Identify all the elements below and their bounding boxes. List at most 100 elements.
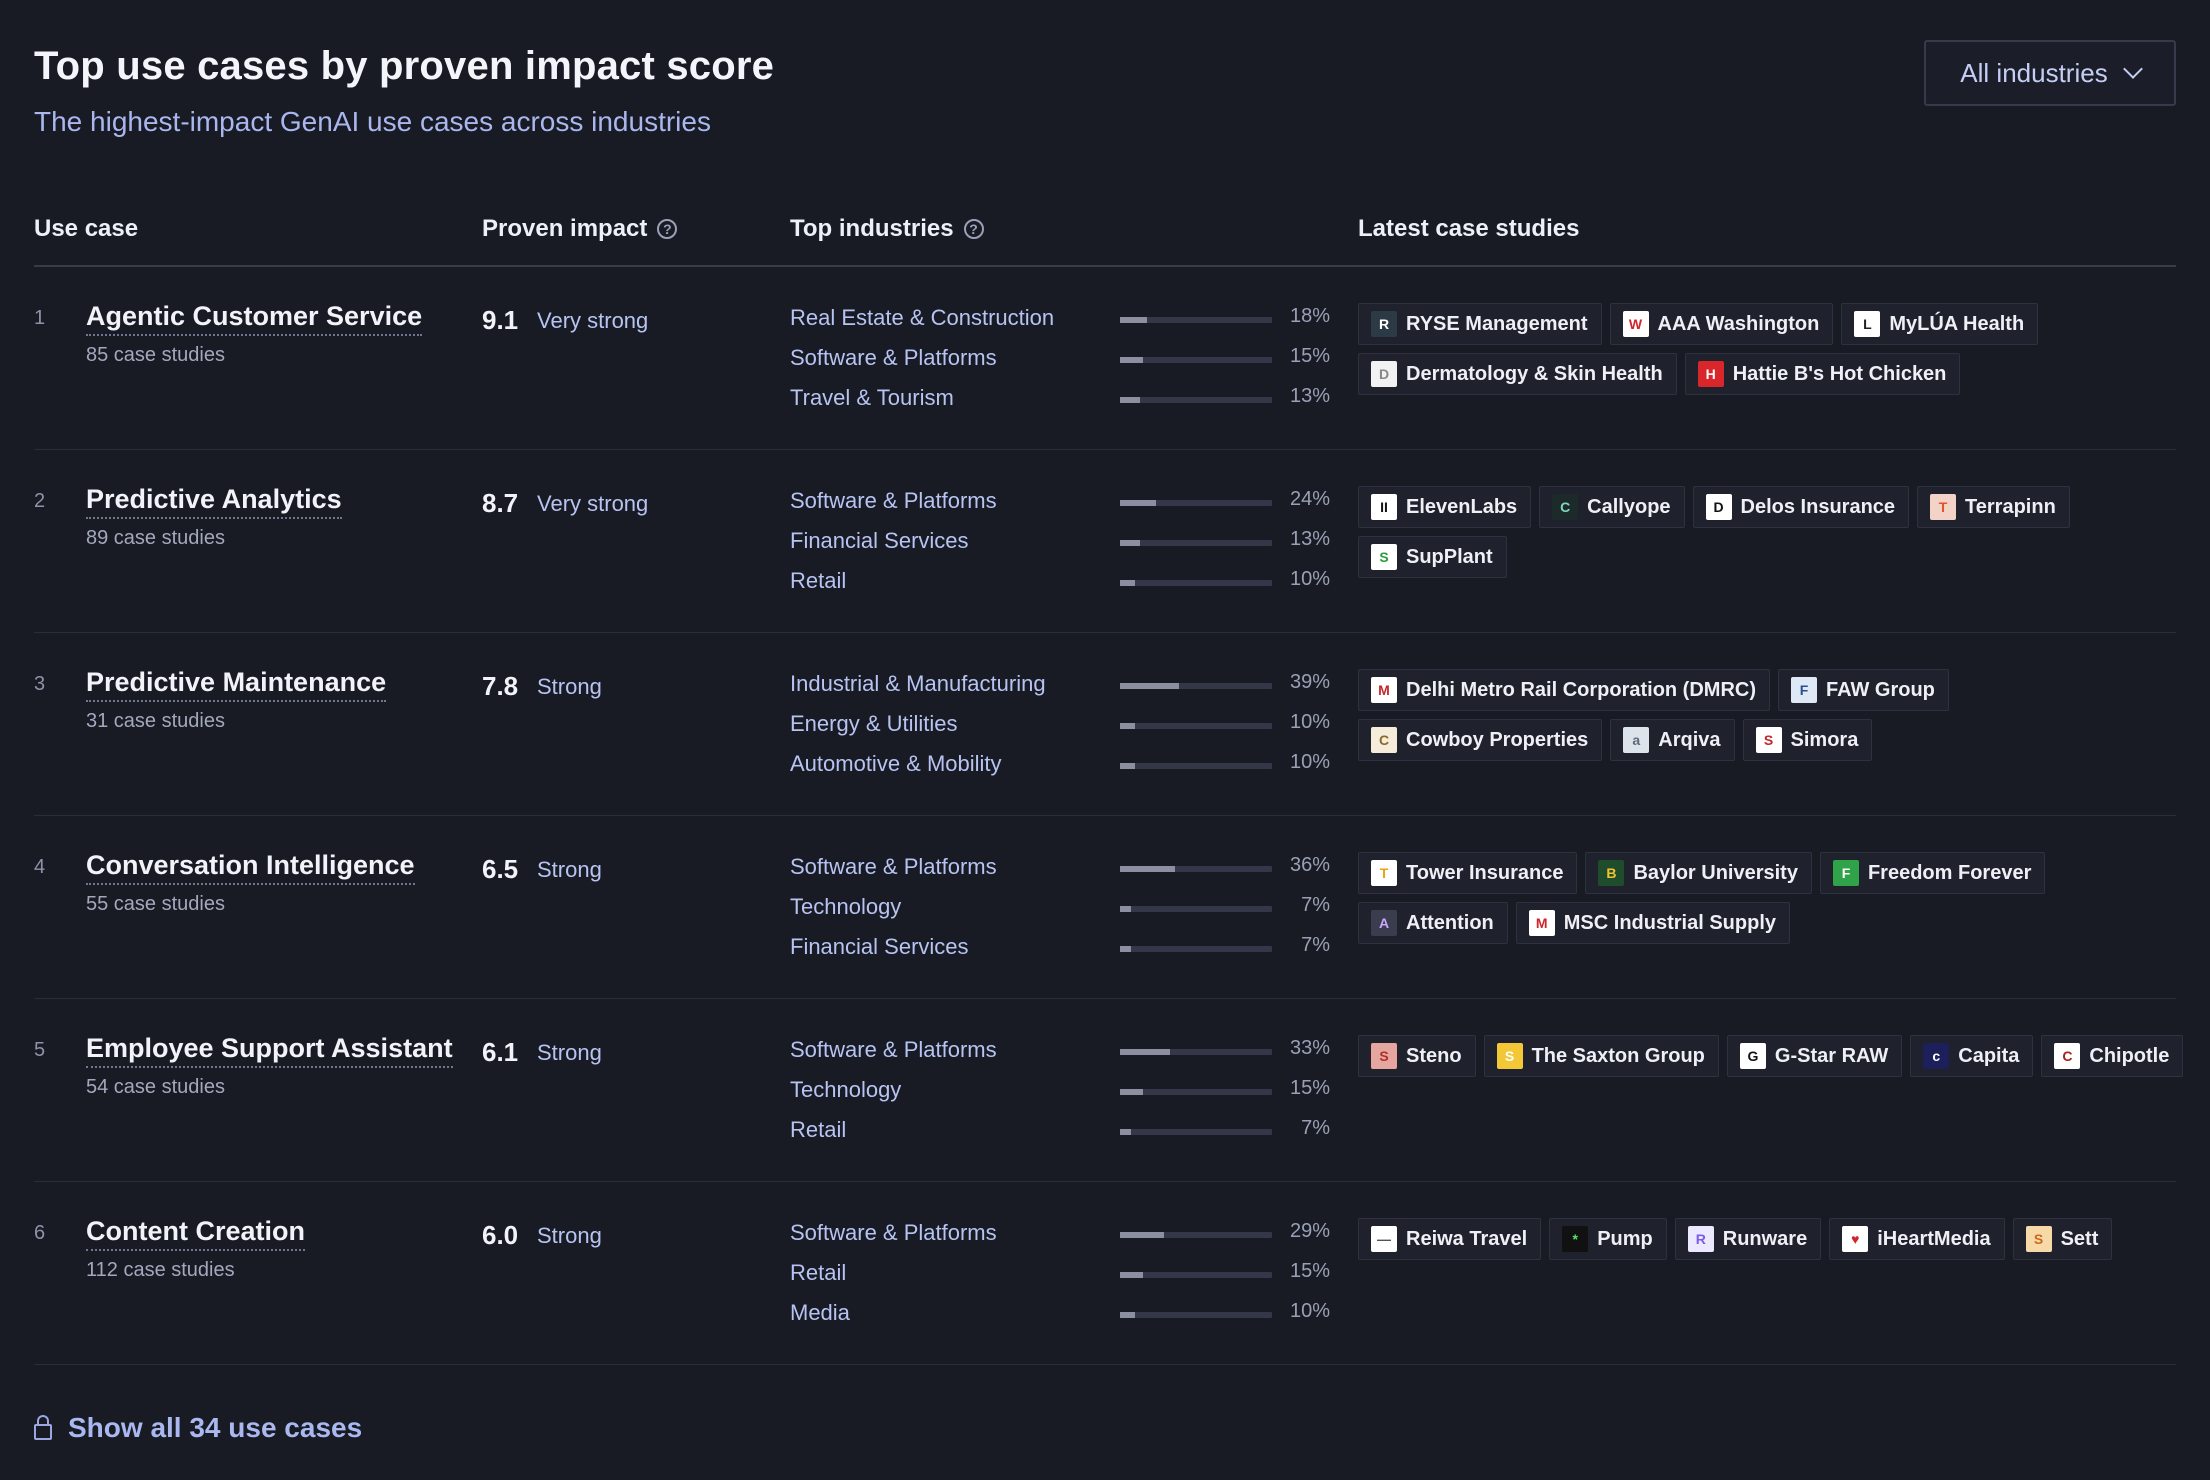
row-rank: 5 bbox=[34, 1039, 46, 1061]
case-study-chip[interactable]: ♥ iHeartMedia bbox=[1829, 1218, 2005, 1260]
use-case-link[interactable]: Content Creation bbox=[86, 1216, 305, 1251]
case-study-chip[interactable]: M MSC Industrial Supply bbox=[1515, 902, 1791, 944]
industry-share-percent: 10% bbox=[1289, 751, 1330, 773]
industry-share-percent: 10% bbox=[1289, 711, 1330, 733]
industry-name: Retail bbox=[790, 1117, 847, 1142]
header: Top use cases by proven impact score The… bbox=[34, 0, 2176, 215]
show-all-use-cases-link[interactable]: Show all 34 use cases bbox=[34, 1412, 362, 1444]
industry-share-percent: 7% bbox=[1301, 894, 1330, 916]
industry-share-bar-fill bbox=[1120, 1129, 1131, 1135]
industry-name: Technology bbox=[790, 1077, 902, 1102]
case-study-chip[interactable]: W AAA Washington bbox=[1609, 303, 1834, 345]
impact-score: 7.8 bbox=[482, 671, 519, 701]
industry-share-bar-fill bbox=[1120, 1089, 1143, 1095]
industry-share-percent: 36% bbox=[1289, 854, 1330, 876]
industry-item: Energy & Utilities 10% bbox=[790, 711, 1330, 747]
column-header-use-case: Use case bbox=[34, 215, 138, 243]
case-study-list: M Delhi Metro Rail Corporation (DMRC) F FAW… bbox=[1358, 669, 2198, 761]
case-study-name: Freedom Forever bbox=[1867, 861, 2032, 884]
case-study-chip[interactable]: c Capita bbox=[1910, 1035, 2034, 1077]
table-row: 4 Conversation Intelligence 55 case studie… bbox=[34, 816, 2176, 999]
case-study-chip[interactable]: S Steno bbox=[1358, 1035, 1476, 1077]
case-study-chip[interactable]: II ElevenLabs bbox=[1358, 486, 1532, 528]
case-study-name: MyLÚA Health bbox=[1889, 312, 2025, 335]
case-study-chip[interactable]: D Delos Insurance bbox=[1692, 486, 1910, 528]
company-logo-icon: D bbox=[1705, 494, 1732, 520]
industry-share-percent: 29% bbox=[1289, 1220, 1330, 1242]
page: Top use cases by proven impact score The… bbox=[0, 0, 2210, 1480]
use-case-link[interactable]: Conversation Intelligence bbox=[86, 850, 415, 885]
case-study-chip[interactable]: C Cowboy Properties bbox=[1358, 719, 1603, 761]
company-logo-icon: R bbox=[1687, 1226, 1714, 1252]
case-study-chip[interactable]: F FAW Group bbox=[1778, 669, 1949, 711]
case-study-name: Hattie B's Hot Chicken bbox=[1732, 362, 1947, 385]
case-study-chip[interactable]: S The Saxton Group bbox=[1483, 1035, 1719, 1077]
industry-name: Retail bbox=[790, 568, 847, 593]
chevron-down-icon bbox=[2122, 59, 2143, 79]
case-study-name: Delhi Metro Rail Corporation (DMRC) bbox=[1406, 678, 1756, 701]
table-body: 1 Agentic Customer Service 85 case studies… bbox=[34, 267, 2184, 1365]
case-study-chip[interactable]: R RYSE Management bbox=[1358, 303, 1602, 345]
company-logo-icon: a bbox=[1623, 727, 1650, 753]
column-header-latest-case-studies: Latest case studies bbox=[1358, 215, 1579, 243]
industry-filter-dropdown[interactable]: All industries bbox=[1924, 40, 2176, 106]
impact-score: 8.7 bbox=[482, 488, 519, 518]
case-study-name: Cowboy Properties bbox=[1406, 728, 1589, 751]
company-logo-icon: S bbox=[1755, 727, 1782, 753]
industry-name: Industrial & Manufacturing bbox=[790, 671, 1046, 696]
case-study-name: Baylor University bbox=[1633, 861, 1798, 884]
row-rank: 2 bbox=[34, 490, 46, 512]
case-study-chip[interactable]: H Hattie B's Hot Chicken bbox=[1684, 353, 1961, 395]
case-study-chip[interactable]: R Runware bbox=[1674, 1218, 1822, 1260]
industry-share-bar-fill bbox=[1120, 946, 1131, 952]
case-study-chip[interactable]: A Attention bbox=[1358, 902, 1508, 944]
case-study-chip[interactable]: F Freedom Forever bbox=[1819, 852, 2046, 894]
case-study-chip[interactable]: S SupPlant bbox=[1358, 536, 1507, 578]
case-study-chip[interactable]: * Pump bbox=[1549, 1218, 1667, 1260]
industry-share-bar bbox=[1120, 1312, 1272, 1318]
use-case-link[interactable]: Employee Support Assistant bbox=[86, 1033, 453, 1068]
case-study-count: 89 case studies bbox=[86, 527, 225, 549]
column-header-top-industries: Top industries ? bbox=[790, 215, 984, 243]
case-study-chip[interactable]: L MyLÚA Health bbox=[1841, 303, 2039, 345]
company-logo-icon: F bbox=[1832, 860, 1859, 886]
impact-label: Strong bbox=[537, 1223, 602, 1248]
case-study-chip[interactable]: S Simora bbox=[1742, 719, 1873, 761]
column-label-use-case: Use case bbox=[34, 215, 139, 242]
industry-share-percent: 15% bbox=[1289, 345, 1330, 367]
case-study-list: — Reiwa Travel * Pump R Runware ♥ iHeartMedia S S… bbox=[1358, 1218, 2198, 1260]
use-case-link[interactable]: Predictive Analytics bbox=[86, 484, 342, 519]
column-header-proven-impact: Proven impact ? bbox=[482, 215, 678, 243]
case-study-count: 112 case studies bbox=[86, 1259, 235, 1281]
company-logo-icon: D bbox=[1371, 361, 1397, 387]
company-logo-icon: A bbox=[1371, 910, 1397, 936]
help-icon[interactable]: ? bbox=[963, 219, 984, 239]
industry-item: Software & Platforms 36% bbox=[790, 854, 1330, 890]
company-logo-icon: C bbox=[2054, 1043, 2081, 1069]
case-study-chip[interactable]: B Baylor University bbox=[1585, 852, 1812, 894]
case-study-chip[interactable]: D Dermatology & Skin Health bbox=[1358, 353, 1677, 395]
industry-share-percent: 33% bbox=[1289, 1037, 1330, 1059]
industry-item: Financial Services 13% bbox=[790, 528, 1330, 564]
industry-share-bar bbox=[1120, 1089, 1272, 1095]
industry-name: Financial Services bbox=[790, 934, 969, 959]
case-study-chip[interactable]: — Reiwa Travel bbox=[1358, 1218, 1542, 1260]
company-logo-icon: R bbox=[1371, 311, 1397, 337]
case-study-chip[interactable]: M Delhi Metro Rail Corporation (DMRC) bbox=[1358, 669, 1770, 711]
industry-share-bar bbox=[1120, 906, 1272, 912]
use-case-link[interactable]: Predictive Maintenance bbox=[86, 667, 387, 702]
case-study-chip[interactable]: G G-Star RAW bbox=[1726, 1035, 1903, 1077]
case-study-chip[interactable]: T Terrapinn bbox=[1917, 486, 2070, 528]
help-icon[interactable]: ? bbox=[657, 219, 678, 239]
case-study-count: 85 case studies bbox=[86, 344, 225, 366]
case-study-chip[interactable]: S Sett bbox=[2012, 1218, 2113, 1260]
industry-share-percent: 13% bbox=[1289, 385, 1330, 407]
company-logo-icon: S bbox=[1371, 544, 1397, 570]
case-study-name: Dermatology & Skin Health bbox=[1406, 362, 1663, 385]
industry-share-bar-fill bbox=[1120, 1232, 1165, 1238]
case-study-chip[interactable]: C Chipotle bbox=[2041, 1035, 2184, 1077]
case-study-chip[interactable]: T Tower Insurance bbox=[1358, 852, 1578, 894]
case-study-chip[interactable]: a Arqiva bbox=[1610, 719, 1735, 761]
use-case-link[interactable]: Agentic Customer Service bbox=[86, 301, 423, 336]
case-study-chip[interactable]: C Callyope bbox=[1539, 486, 1685, 528]
